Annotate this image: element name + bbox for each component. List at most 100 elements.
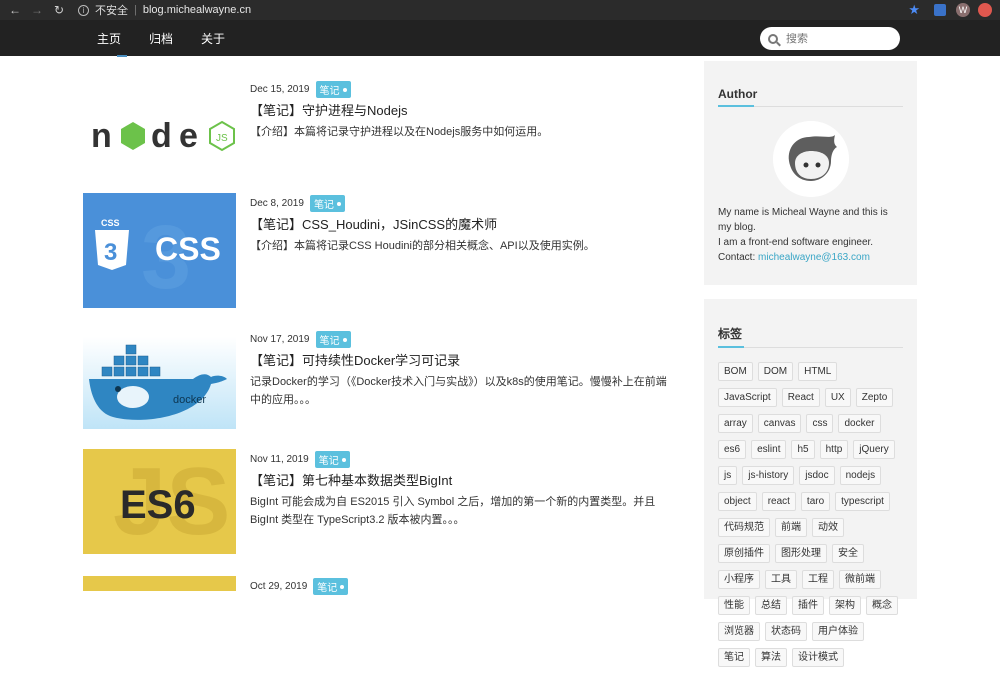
post-meta: Nov 17, 2019 笔记 bbox=[250, 331, 351, 348]
active-nav-indicator bbox=[117, 55, 127, 57]
author-heading: Author bbox=[718, 87, 903, 107]
tag[interactable]: 用户体验 bbox=[812, 622, 864, 641]
extension-icon[interactable] bbox=[934, 4, 946, 16]
post-thumbnail-js[interactable] bbox=[83, 576, 236, 591]
search-input[interactable] bbox=[786, 32, 886, 45]
tags-heading: 标签 bbox=[718, 325, 903, 348]
tag[interactable]: HTML bbox=[798, 362, 838, 381]
nav-home[interactable]: 主页 bbox=[97, 30, 121, 47]
badge-dot-icon bbox=[340, 584, 345, 589]
post-title[interactable]: 【笔记】第七种基本数据类型BigInt bbox=[250, 470, 452, 489]
url-text[interactable]: blog.michealwayne.cn bbox=[143, 4, 251, 16]
tag[interactable]: UX bbox=[824, 388, 851, 407]
category-badge[interactable]: 笔记 bbox=[309, 195, 345, 212]
tag[interactable]: 安全 bbox=[832, 544, 864, 563]
tag[interactable]: React bbox=[781, 388, 820, 407]
tag[interactable]: Zepto bbox=[855, 388, 894, 407]
post-date: Oct 29, 2019 bbox=[250, 581, 308, 592]
tag[interactable]: 插件 bbox=[792, 596, 824, 615]
address-bar[interactable]: i 不安全 | blog.michealwayne.cn bbox=[78, 2, 251, 18]
forward-arrow-icon[interactable]: → bbox=[30, 3, 44, 17]
tag[interactable]: es6 bbox=[718, 440, 747, 459]
tag[interactable]: typescript bbox=[835, 492, 890, 511]
tag[interactable]: object bbox=[718, 492, 757, 511]
back-arrow-icon[interactable]: ← bbox=[8, 3, 22, 17]
svg-text:CSS: CSS bbox=[101, 218, 120, 228]
tag[interactable]: 图形处理 bbox=[775, 544, 827, 563]
post-thumbnail-es6[interactable]: JS ES6 bbox=[83, 449, 236, 554]
search-box[interactable] bbox=[760, 27, 900, 50]
post-description: 记录Docker的学习（《Docker技术入门与实战》）以及k8s的使用笔记。慢… bbox=[250, 376, 667, 406]
category-badge[interactable]: 笔记 bbox=[314, 451, 350, 468]
svg-text:e: e bbox=[179, 117, 198, 155]
tag[interactable]: js-history bbox=[742, 466, 795, 485]
category-badge[interactable]: 笔记 bbox=[315, 331, 351, 348]
extension-red-icon[interactable] bbox=[978, 3, 992, 17]
tag[interactable]: array bbox=[718, 414, 753, 433]
post-title[interactable]: 【笔记】CSS_Houdini，JSinCSS的魔术师 bbox=[250, 214, 497, 233]
tag[interactable]: 状态码 bbox=[765, 622, 807, 641]
tag[interactable]: 浏览器 bbox=[718, 622, 760, 641]
tag[interactable]: canvas bbox=[757, 414, 802, 433]
tag[interactable]: react bbox=[761, 492, 796, 511]
reload-icon[interactable]: ↻ bbox=[52, 3, 66, 17]
tag[interactable]: 原创插件 bbox=[718, 544, 770, 563]
post-meta: Oct 29, 2019 笔记 bbox=[250, 578, 349, 595]
nav-about[interactable]: 关于 bbox=[201, 30, 225, 47]
site-navbar: 主页 归档 关于 bbox=[0, 20, 1000, 56]
post-meta: Dec 15, 2019 笔记 bbox=[250, 81, 351, 98]
post-title[interactable]: 【笔记】守护进程与Nodejs bbox=[250, 100, 407, 119]
search-icon bbox=[768, 33, 778, 44]
post-item: 3 CSS 3 CSS Dec 8, 2019 笔记 【笔记】CSS_Houdi… bbox=[83, 193, 683, 310]
insecure-label: 不安全 bbox=[95, 5, 128, 17]
tag[interactable]: BOM bbox=[718, 362, 753, 381]
nav-archive[interactable]: 归档 bbox=[149, 30, 173, 47]
email-link[interactable]: michealwayne@163.com bbox=[758, 252, 870, 263]
tag[interactable]: 代码规范 bbox=[718, 518, 770, 537]
info-icon[interactable]: i bbox=[78, 4, 89, 16]
contact-line: Contact: michealwayne@163.com bbox=[718, 252, 870, 263]
profile-avatar[interactable]: W bbox=[956, 3, 970, 17]
divider bbox=[718, 347, 903, 348]
tag[interactable]: 概念 bbox=[866, 596, 898, 615]
tag[interactable]: 工具 bbox=[765, 570, 797, 589]
svg-text:docker: docker bbox=[173, 394, 206, 406]
tag[interactable]: 动效 bbox=[812, 518, 844, 537]
tag[interactable]: jsdoc bbox=[799, 466, 835, 485]
bookmark-star-icon[interactable]: ★ bbox=[908, 2, 920, 18]
tag[interactable]: DOM bbox=[757, 362, 794, 381]
nodejs-logo-icon: n d e JS bbox=[83, 80, 236, 195]
tag[interactable]: http bbox=[819, 440, 849, 459]
author-avatar bbox=[772, 121, 849, 197]
tag[interactable]: 笔记 bbox=[718, 648, 750, 667]
tag[interactable]: h5 bbox=[791, 440, 815, 459]
tag[interactable]: 架构 bbox=[829, 596, 861, 615]
tag[interactable]: 算法 bbox=[755, 648, 787, 667]
post-thumbnail-docker[interactable]: docker bbox=[83, 337, 236, 429]
tag[interactable]: taro bbox=[800, 492, 831, 511]
badge-dot-icon bbox=[342, 337, 347, 342]
badge-dot-icon bbox=[341, 457, 346, 462]
tag[interactable]: JavaScript bbox=[718, 388, 777, 407]
tag[interactable]: jQuery bbox=[853, 440, 895, 459]
tag[interactable]: js bbox=[718, 466, 738, 485]
tag[interactable]: 性能 bbox=[718, 596, 750, 615]
tag[interactable]: 微前端 bbox=[839, 570, 881, 589]
post-thumbnail-css[interactable]: 3 CSS 3 CSS bbox=[83, 193, 236, 308]
tag[interactable]: 设计模式 bbox=[792, 648, 844, 667]
category-badge[interactable]: 笔记 bbox=[313, 578, 349, 595]
tag[interactable]: eslint bbox=[751, 440, 787, 459]
tag-cloud: BOM DOM HTML JavaScript React UX Zepto a… bbox=[718, 362, 903, 674]
tag[interactable]: nodejs bbox=[839, 466, 882, 485]
tag[interactable]: 小程序 bbox=[718, 570, 760, 589]
post-item: docker Nov 17, 2019 笔记 【笔记】可持续性Docker学习可… bbox=[83, 331, 683, 446]
post-title[interactable]: 【笔记】可持续性Docker学习可记录 bbox=[250, 350, 460, 369]
post-thumbnail-nodejs[interactable]: n d e JS bbox=[83, 80, 236, 195]
tag[interactable]: 前端 bbox=[775, 518, 807, 537]
tag[interactable]: 工程 bbox=[802, 570, 834, 589]
tag[interactable]: css bbox=[806, 414, 834, 433]
author-bio: My name is Micheal Wayne and this is my … bbox=[718, 205, 903, 265]
category-badge[interactable]: 笔记 bbox=[315, 81, 351, 98]
tag[interactable]: 总结 bbox=[755, 596, 787, 615]
tag[interactable]: docker bbox=[838, 414, 881, 433]
